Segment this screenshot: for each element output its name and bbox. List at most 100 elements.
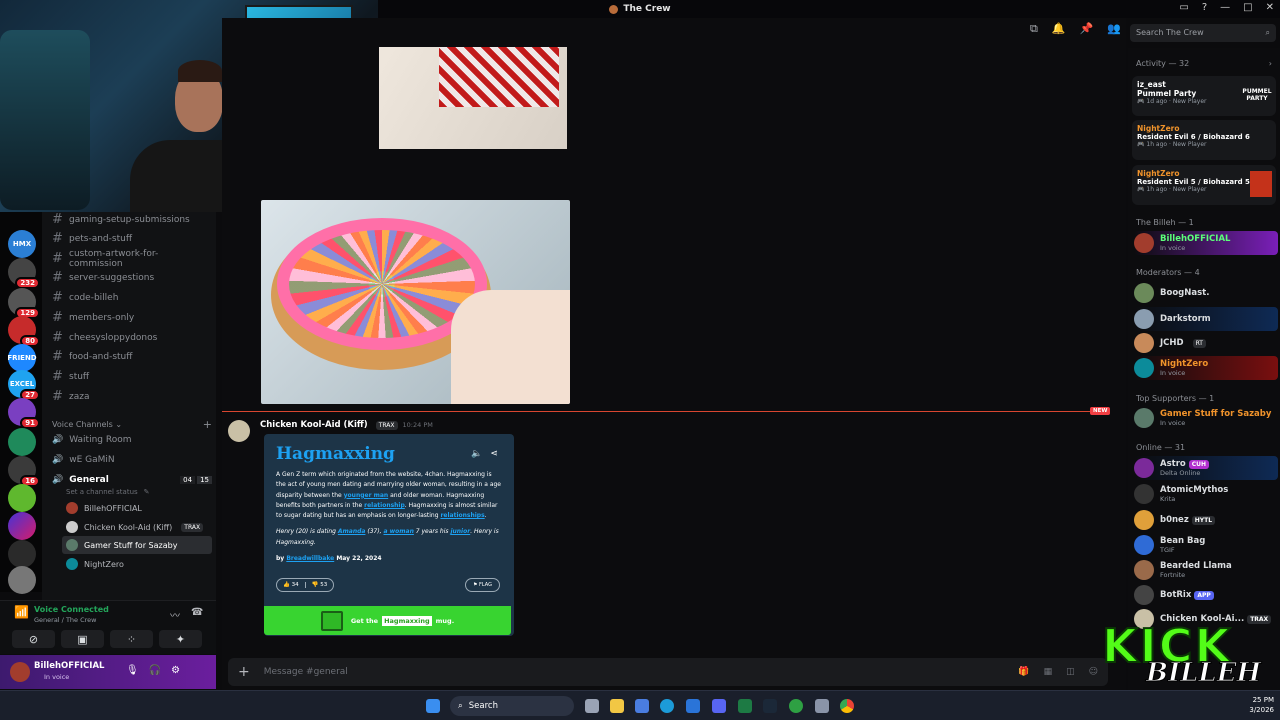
file-explorer-icon[interactable] (610, 699, 624, 713)
xbox-icon[interactable] (789, 699, 803, 713)
activity-card[interactable]: NightZero Resident Evil 6 / Biohazard 6 … (1132, 120, 1276, 160)
help-icon[interactable]: ? (1202, 2, 1207, 13)
activity-card[interactable]: NightZero Resident Evil 5 / Biohazard 5 … (1132, 165, 1276, 205)
attached-image[interactable] (379, 47, 567, 149)
channel-item[interactable]: # custom-artwork-for-commission (52, 249, 210, 269)
search-input[interactable]: Search The Crew ⌕ (1130, 24, 1276, 42)
channel-item[interactable]: # cheesysloppydonos (52, 328, 210, 347)
thumbs-up-button[interactable]: 👍 34 (277, 582, 306, 588)
gift-icon[interactable]: 🎁 (1018, 667, 1029, 677)
close-button[interactable]: ✕ (1266, 2, 1274, 13)
member-item[interactable]: BillehOFFICIAL In voice (1134, 231, 1278, 255)
pin-icon[interactable]: 📌 (1080, 22, 1094, 36)
voice-channels-header[interactable]: Voice Channels ⌄ + (52, 418, 212, 431)
chrome-icon[interactable] (840, 699, 854, 713)
channel-item[interactable]: # gaming-setup-submissions (52, 210, 210, 229)
voice-channel-item[interactable]: 🔊 wE GaMiN (52, 455, 212, 465)
message-composer[interactable]: + Message #general 🎁 ▦ ◫ ☺ (228, 658, 1108, 686)
mail-icon[interactable] (686, 699, 700, 713)
share-icon[interactable]: ⋖ (490, 449, 498, 459)
member-item[interactable]: Bean Bag TGIF (1134, 533, 1278, 557)
screen-share-button[interactable]: ▣ (61, 630, 104, 648)
server-icon[interactable]: 91 (8, 398, 40, 429)
disconnect-icon[interactable]: ☎ (191, 607, 203, 618)
server-icon[interactable]: FRIEND (7, 344, 37, 372)
edge-icon[interactable] (660, 699, 674, 713)
thumbs-down-button[interactable]: 👎 53 (306, 582, 334, 588)
voice-status[interactable]: Voice Connected (34, 605, 109, 614)
server-icon[interactable]: 16 (8, 456, 40, 487)
voice-user[interactable]: Chicken Kool-Aid (Kiff) TRAX (66, 518, 206, 536)
flag-button[interactable]: ⚑ FLAG (464, 578, 500, 592)
channel-item[interactable]: # zaza (52, 387, 210, 406)
member-item[interactable]: BotRix APP (1134, 583, 1278, 607)
camera-off-button[interactable]: ⊘ (12, 630, 55, 648)
member-item[interactable]: AtomicMythos Krita (1134, 482, 1278, 506)
server-icon[interactable] (8, 512, 36, 540)
channel-item[interactable]: # members-only (52, 308, 210, 327)
soundboard-button[interactable]: ✦ (159, 630, 202, 648)
server-icon[interactable]: 232 (8, 258, 40, 289)
add-attachment-icon[interactable]: + (238, 664, 250, 680)
start-button[interactable] (426, 699, 440, 713)
mug-banner[interactable]: Get the Hagmaxxing mug. (264, 606, 511, 635)
server-icon[interactable]: HMX (8, 230, 36, 258)
voice-user[interactable]: BillehOFFICIAL (66, 499, 206, 517)
noise-suppression-icon[interactable]: 〰 (170, 607, 180, 622)
channel-item[interactable]: # server-suggestions (52, 268, 210, 287)
server-icon[interactable] (8, 566, 36, 594)
member-item[interactable]: Gamer Stuff for Sazaby In voice (1134, 406, 1278, 430)
channel-item[interactable]: # stuff (52, 367, 210, 386)
activity-header[interactable]: Activity — 32 › (1136, 59, 1272, 68)
activity-card[interactable]: iz_east Pummel Party 🎮 1d ago · New Play… (1132, 76, 1276, 116)
server-icon[interactable] (8, 428, 36, 456)
member-item[interactable]: BoogNast. (1134, 281, 1278, 305)
voice-user[interactable]: Gamer Stuff for Sazaby (62, 536, 212, 554)
settings-icon[interactable] (815, 699, 829, 713)
member-item[interactable]: b0nez HYTL (1134, 508, 1278, 532)
gif-icon[interactable]: ▦ (1044, 667, 1053, 677)
steam-icon[interactable] (763, 699, 777, 713)
avatar[interactable] (10, 662, 30, 682)
username[interactable]: BillehOFFICIAL (34, 661, 104, 671)
store-icon[interactable] (635, 699, 649, 713)
server-icon[interactable] (8, 540, 36, 568)
clock[interactable]: 25 PM 3/2026 (1249, 695, 1274, 715)
excel-icon[interactable] (738, 699, 752, 713)
card-title[interactable]: Hagmaxxing (276, 444, 395, 464)
member-item[interactable]: Bearded Llama Fortnite (1134, 558, 1278, 582)
voice-user[interactable]: NightZero (66, 555, 206, 573)
member-item[interactable]: JCHD RT (1134, 331, 1278, 355)
discord-icon[interactable] (712, 699, 726, 713)
message-author[interactable]: Chicken Kool-Aid (Kiff) (260, 420, 368, 430)
server-icon[interactable]: 80 (8, 316, 40, 347)
voice-channel-item[interactable]: 🔊 Waiting Room (52, 435, 212, 445)
member-item[interactable]: Astro CUH Delta Online (1134, 456, 1278, 480)
channel-item[interactable]: # food-and-stuff (52, 347, 210, 366)
emoji-icon[interactable]: ☺ (1089, 667, 1098, 677)
add-channel-icon[interactable]: + (203, 418, 212, 431)
members-icon[interactable]: 👥 (1107, 22, 1121, 36)
channel-item[interactable]: # pets-and-stuff (52, 229, 210, 248)
channel-item[interactable]: # code-billeh (52, 288, 210, 307)
gear-icon[interactable]: ⚙ (171, 665, 180, 676)
taskbar-search[interactable]: ⌕ Search (450, 696, 574, 716)
activities-button[interactable]: ⁘ (110, 630, 153, 648)
server-icon[interactable]: EXCEL 27 (8, 370, 40, 401)
sticker-icon[interactable]: ◫ (1066, 667, 1075, 677)
minimize-button[interactable]: — (1220, 2, 1230, 13)
server-icon[interactable] (8, 484, 36, 512)
message-input[interactable]: Message #general (264, 667, 1005, 677)
server-icon[interactable]: 129 (8, 288, 40, 319)
member-item[interactable]: Darkstorm (1134, 307, 1278, 331)
inbox-icon[interactable]: ▭ (1179, 2, 1188, 13)
microphone-icon[interactable]: 🎙 (126, 665, 139, 676)
donut-image[interactable] (261, 200, 570, 404)
bell-icon[interactable]: 🔔 (1052, 22, 1066, 36)
headphones-icon[interactable]: 🎧 (149, 665, 161, 676)
threads-icon[interactable]: ⧉ (1030, 22, 1038, 36)
speaker-icon[interactable]: 🔈 (471, 449, 482, 459)
task-view-icon[interactable] (585, 699, 599, 713)
member-item[interactable]: NightZero In voice (1134, 356, 1278, 380)
maximize-button[interactable]: □ (1243, 2, 1252, 13)
